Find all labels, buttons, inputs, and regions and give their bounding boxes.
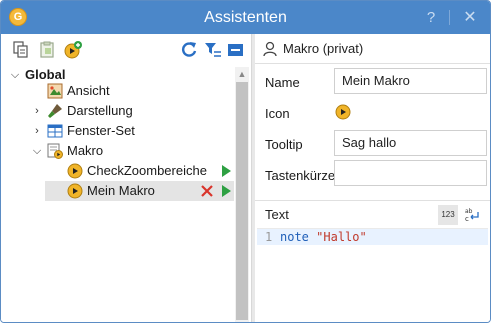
brush-icon: [48, 104, 62, 118]
shortcut-field[interactable]: [334, 160, 487, 186]
icon-label: Icon: [265, 106, 290, 121]
tree-item-checkzoombereiche[interactable]: CheckZoombereiche: [67, 161, 234, 181]
view-icon: [47, 83, 63, 99]
window-grid-icon: [47, 124, 63, 138]
collapse-all-icon[interactable]: [226, 40, 246, 60]
chevron-right-icon[interactable]: ›: [31, 121, 43, 141]
tree-item-label: CheckZoombereiche: [87, 163, 207, 178]
tooltip-field[interactable]: Sag hallo: [334, 130, 487, 156]
chevron-down-icon[interactable]: ⌵: [31, 141, 43, 161]
tree-pane: ⌵ Global Ansicht › Darstellung › Fenster…: [1, 34, 251, 322]
title-bar: G Assistenten ? ✕: [1, 1, 490, 34]
line-numbers-toggle[interactable]: 123: [438, 205, 458, 225]
refresh-icon[interactable]: [179, 40, 199, 60]
tree-item-label: Fenster-Set: [67, 123, 135, 138]
tree-item-darstellung[interactable]: › Darstellung: [31, 101, 234, 121]
delete-icon[interactable]: [199, 183, 215, 199]
scroll-up-icon[interactable]: ▲: [235, 67, 249, 81]
help-button[interactable]: ?: [423, 1, 439, 34]
macro-folder-icon: [47, 143, 63, 159]
macro-icon: [67, 163, 83, 179]
code-keyword: note: [280, 230, 309, 244]
detail-header: Makro (privat): [255, 34, 490, 64]
tree-item-ansicht[interactable]: Ansicht: [47, 81, 234, 101]
assistenten-window: G Assistenten ? ✕ ⌵ Global Ansicht › Dar…: [0, 0, 491, 323]
tooltip-label: Tooltip: [265, 137, 303, 152]
macro-icon-picker[interactable]: [335, 104, 351, 120]
tree-item-label: Makro: [67, 143, 104, 158]
code-editor[interactable]: 1 note "Hallo": [257, 228, 488, 320]
tree-item-mein-makro[interactable]: Mein Makro: [67, 181, 234, 201]
chevron-right-icon[interactable]: ›: [31, 101, 43, 121]
code-string: "Hallo": [316, 230, 367, 244]
svg-text:c: c: [465, 215, 469, 223]
code-line: note "Hallo": [280, 229, 367, 245]
window-title: Assistenten: [204, 9, 287, 26]
title-separator: [449, 10, 450, 25]
word-wrap-icon[interactable]: ab c: [463, 206, 481, 224]
copy-icon[interactable]: [11, 40, 31, 60]
name-label: Name: [265, 75, 300, 90]
shortcut-label: Tastenkürzel: [265, 168, 338, 183]
run-icon[interactable]: [218, 183, 234, 199]
run-icon[interactable]: [218, 163, 234, 179]
tree-item-label: Ansicht: [67, 83, 110, 98]
paste-icon[interactable]: [37, 40, 57, 60]
svg-text:ab: ab: [465, 208, 473, 215]
line-number: 1: [265, 230, 273, 244]
tree-scrollbar[interactable]: ▲: [235, 67, 249, 322]
text-label: Text: [265, 207, 289, 222]
macro-icon: [67, 183, 83, 199]
tree-item-fenster-set[interactable]: › Fenster-Set: [31, 121, 234, 141]
tree-item-label: Darstellung: [67, 103, 133, 118]
filter-icon[interactable]: [203, 40, 223, 60]
tree-item-label: Mein Makro: [87, 183, 155, 198]
tree-item-makro[interactable]: ⌵ Makro: [31, 141, 234, 161]
user-icon: [263, 41, 277, 57]
detail-title: Makro (privat): [283, 41, 364, 56]
close-button[interactable]: ✕: [459, 1, 481, 34]
add-macro-icon[interactable]: [63, 40, 83, 60]
scrollbar-thumb[interactable]: [236, 82, 248, 320]
chevron-down-icon[interactable]: ⌵: [9, 65, 21, 85]
detail-pane: Makro (privat) Name Mein Makro Icon Tool…: [255, 34, 490, 322]
name-field[interactable]: Mein Makro: [334, 68, 487, 94]
text-section-header: Text 123 ab c: [255, 200, 490, 228]
